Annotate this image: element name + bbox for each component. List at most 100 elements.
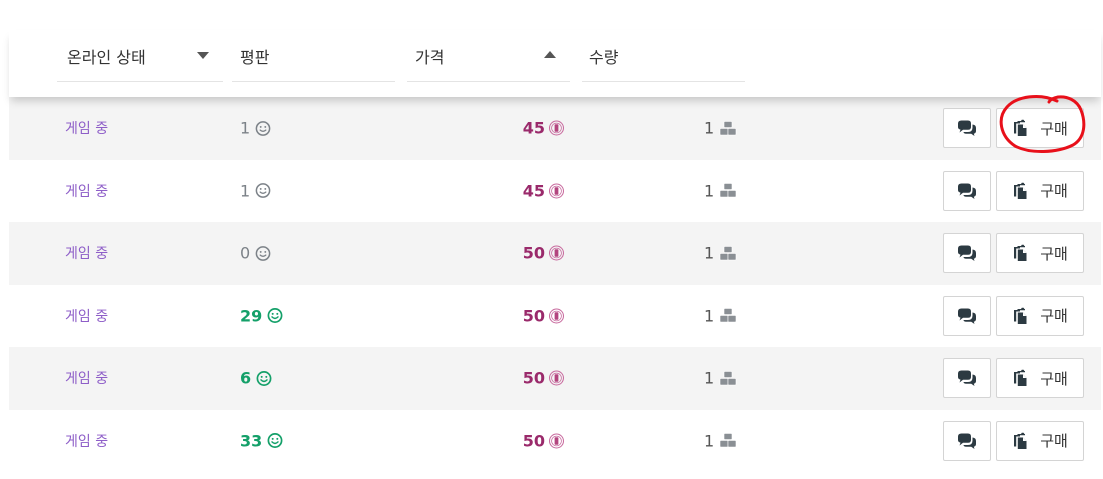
- table-header: 온라인 상태 평판 가격 수량: [9, 30, 1101, 97]
- quantity-value: 1: [704, 368, 715, 388]
- quantity-value: 1: [704, 306, 715, 326]
- online-status: 게임 중: [65, 371, 109, 388]
- table-row: 게임 중 1 45 1 구매: [9, 160, 1101, 223]
- column-header-label: 수량: [589, 47, 619, 67]
- column-header-online-status[interactable]: 온라인 상태: [57, 30, 223, 82]
- quantity: 1: [704, 119, 737, 138]
- platinum-coin-icon: [548, 245, 565, 261]
- cubes-icon: [719, 433, 737, 448]
- copy-icon: [1014, 245, 1027, 262]
- chat-button[interactable]: [943, 420, 991, 461]
- price: 50: [523, 244, 565, 263]
- comments-icon: [958, 120, 976, 137]
- price-value: 50: [522, 368, 545, 388]
- buy-button-label: 구매: [1040, 244, 1068, 263]
- quantity: 1: [704, 431, 737, 450]
- table-row: 게임 중 33 50 1 구매: [9, 410, 1101, 473]
- buy-button-label: 구매: [1040, 182, 1068, 201]
- price-value: 45: [522, 181, 545, 201]
- table-row: 게임 중 29 50 1 구매: [9, 285, 1101, 348]
- online-status: 게임 중: [65, 308, 109, 325]
- reputation: 33: [240, 431, 283, 450]
- column-header-reputation[interactable]: 평판: [232, 30, 395, 82]
- buy-button[interactable]: 구매: [996, 420, 1084, 461]
- buy-button[interactable]: 구매: [996, 233, 1084, 274]
- chat-button[interactable]: [943, 358, 991, 399]
- platinum-coin-icon: [548, 308, 565, 324]
- buy-button[interactable]: 구매: [996, 358, 1084, 399]
- quantity: 1: [704, 306, 737, 325]
- chat-button[interactable]: [943, 108, 991, 149]
- table-row: 게임 중 0 50 1 구매: [9, 222, 1101, 285]
- copy-icon: [1014, 432, 1027, 449]
- copy-icon: [1014, 370, 1027, 387]
- platinum-coin-icon: [548, 183, 565, 199]
- column-header-quantity[interactable]: 수량: [582, 30, 745, 82]
- cubes-icon: [719, 120, 737, 136]
- listing-table: 게임 중 1 45 1 구매 게임 중 1 45 1 구매 게임 중 0 50 …: [9, 97, 1101, 472]
- price-value: 50: [522, 431, 545, 451]
- column-header-price[interactable]: 가격: [407, 30, 570, 82]
- price-value: 45: [522, 118, 545, 138]
- buy-button[interactable]: 구매: [996, 295, 1084, 336]
- platinum-coin-icon: [548, 370, 565, 386]
- platinum-coin-icon: [548, 433, 565, 449]
- reputation-value: 33: [240, 431, 263, 451]
- chat-button[interactable]: [943, 170, 991, 211]
- smiley-icon: [267, 433, 283, 449]
- buy-button-label: 구매: [1040, 119, 1068, 138]
- quantity-value: 1: [704, 431, 715, 451]
- price-value: 50: [522, 306, 545, 326]
- caret-down-icon: [197, 52, 209, 59]
- buy-button-label: 구매: [1040, 369, 1068, 388]
- buy-button[interactable]: 구매: [996, 108, 1084, 149]
- reputation: 29: [240, 306, 283, 325]
- cubes-icon: [719, 245, 737, 261]
- price: 45: [523, 181, 565, 200]
- buy-button[interactable]: 구매: [996, 170, 1084, 211]
- reputation: 6: [240, 369, 272, 388]
- column-header-label: 가격: [415, 47, 445, 67]
- column-header-label: 평판: [240, 47, 270, 67]
- smiley-icon: [267, 308, 283, 324]
- reputation: 1: [240, 119, 271, 138]
- quantity: 1: [704, 369, 737, 388]
- comments-icon: [958, 433, 976, 449]
- chat-button[interactable]: [943, 295, 991, 336]
- platinum-coin-icon: [548, 120, 565, 136]
- quantity: 1: [704, 181, 737, 200]
- reputation-value: 1: [240, 181, 251, 201]
- cubes-icon: [719, 183, 737, 198]
- column-header-label: 온라인 상태: [67, 47, 146, 67]
- smiley-icon: [255, 245, 271, 261]
- quantity-value: 1: [704, 243, 715, 263]
- copy-icon: [1014, 120, 1027, 137]
- table-row: 게임 중 1 45 1 구매: [9, 97, 1101, 160]
- reputation: 0: [240, 244, 271, 263]
- chat-button[interactable]: [943, 233, 991, 274]
- reputation: 1: [240, 181, 271, 200]
- price: 45: [523, 119, 565, 138]
- cubes-icon: [719, 308, 737, 323]
- price: 50: [523, 306, 565, 325]
- quantity-value: 1: [704, 118, 715, 138]
- online-status: 게임 중: [65, 246, 109, 263]
- online-status: 게임 중: [65, 121, 109, 138]
- smiley-icon: [256, 370, 272, 386]
- caret-up-icon: [544, 51, 556, 58]
- smiley-icon: [255, 183, 271, 199]
- copy-icon: [1014, 307, 1027, 324]
- reputation-value: 0: [240, 243, 251, 263]
- quantity-value: 1: [704, 181, 715, 201]
- copy-icon: [1014, 182, 1027, 199]
- online-status: 게임 중: [65, 183, 109, 200]
- table-row: 게임 중 6 50 1 구매: [9, 347, 1101, 410]
- comments-icon: [958, 370, 976, 387]
- comments-icon: [958, 183, 976, 199]
- price: 50: [523, 369, 565, 388]
- price: 50: [523, 431, 565, 450]
- buy-button-label: 구매: [1040, 307, 1068, 326]
- comments-icon: [958, 308, 976, 324]
- comments-icon: [958, 245, 976, 262]
- reputation-value: 1: [240, 118, 251, 138]
